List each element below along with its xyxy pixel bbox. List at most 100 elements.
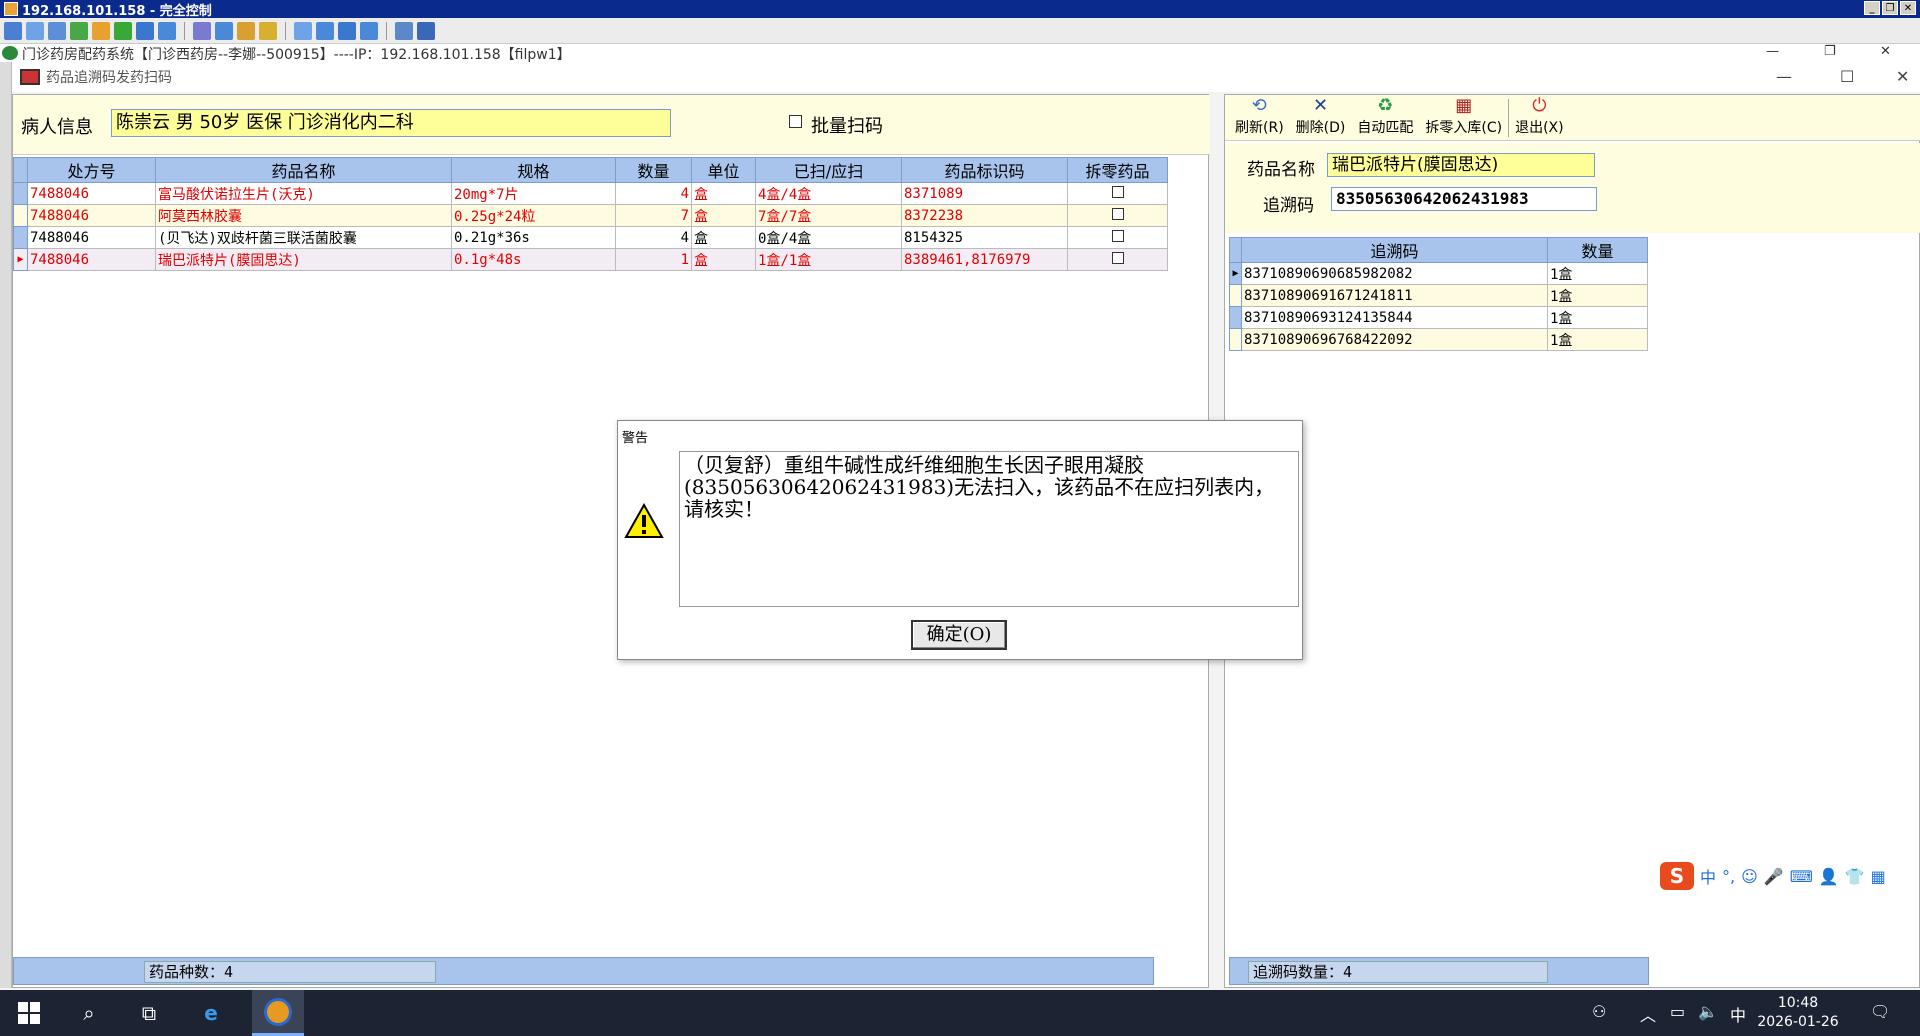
trace-row[interactable]: ▶ 83710890690685982082 1盒 [1229,262,1648,285]
remote-tool-icon[interactable] [215,21,233,40]
drug-name-label: 药品名称 [1247,160,1315,180]
trace-qty-cell: 1盒 [1547,328,1648,351]
trace-qty-cell: 1盒 [1547,262,1648,285]
quantity-cell: 4 [615,226,692,249]
start-button[interactable] [18,1002,40,1024]
remote-tool-icon[interactable] [4,21,22,40]
notification-icon[interactable]: 🗨 [1870,1002,1890,1021]
column-header[interactable]: 处方号 [27,157,156,183]
microphone-icon[interactable]: 🎤 [1764,867,1784,886]
search-icon[interactable]: ⌕ [74,998,104,1028]
auto-match-button[interactable]: ♻ 自动匹配 [1351,95,1419,141]
patient-info-field[interactable]: 陈崇云 男 50岁 医保 门诊消化内二科 [111,109,671,137]
window-minimize-button[interactable]: — [1776,67,1792,86]
ime-mode[interactable]: 中 [1700,864,1716,888]
clock-date: 2026-01-26 [1757,1014,1839,1030]
window-close-button[interactable]: ✕ [1896,67,1909,86]
column-header[interactable]: 已扫/应扫 [755,157,902,183]
dialog-title: 警告 [622,431,649,446]
remote-tool-icon[interactable] [114,21,132,40]
unpack-checkbox[interactable] [1111,207,1124,220]
remote-tool-icon[interactable] [70,21,88,40]
remote-minimize-button[interactable]: _ [1864,1,1880,15]
ime-language-indicator[interactable]: 中 [1730,1002,1746,1026]
trace-row[interactable]: 83710890691671241811 1盒 [1229,284,1648,307]
column-header[interactable]: 数量 [615,157,692,183]
remote-tool-icon[interactable] [259,21,277,40]
remote-close-button[interactable]: ✕ [1900,1,1916,15]
remote-tool-icon[interactable] [237,21,255,40]
toolbar-button-label: 刷新(R) [1235,120,1284,136]
drug-code-cell: 8389461,8176979 [901,248,1068,271]
column-header[interactable]: 数量 [1547,237,1648,263]
clock[interactable]: 10:48 2026-01-26 [1748,994,1848,1032]
skin-icon[interactable]: 👕 [1845,867,1865,886]
column-header[interactable]: 药品标识码 [901,157,1068,183]
remote-tool-icon[interactable] [92,21,110,40]
remote-tool-icon[interactable] [316,21,334,40]
rx-number-cell: 7488046 [27,182,156,205]
remote-tool-icon[interactable] [360,21,378,40]
column-header[interactable]: 药品名称 [155,157,452,183]
prescription-row[interactable]: 7488046 (贝飞达)双歧杆菌三联活菌胶囊 0.21g*36s 4 盒 0盒/4盒 81… [13,226,1168,249]
batch-scan-checkbox[interactable] [789,115,802,128]
chevron-up-icon[interactable]: ︿ [1640,1002,1656,1026]
quantity-cell: 1 [615,248,692,271]
delete-button[interactable]: ✕ 删除(D) [1290,95,1352,141]
emoji-icon[interactable]: ☺ [1741,867,1758,886]
ime-toolbar[interactable]: S 中 °, ☺ 🎤 ⌨ 👤 👕 ▦ [1660,862,1886,890]
toolbox-icon[interactable]: ▦ [1871,867,1886,886]
prescription-row[interactable]: 7488046 富马酸伏诺拉生片(沃克) 20mg*7片 4 盒 4盒/4盒 8371089 [13,182,1168,205]
app-close-button[interactable]: ✕ [1880,44,1891,59]
settings-icon[interactable] [417,21,435,40]
column-header[interactable]: 规格 [451,157,616,183]
volume-icon[interactable]: 🔈 [1698,1002,1718,1021]
spec-cell: 0.25g*24粒 [451,204,616,227]
drug-name-field[interactable]: 瑞巴派特片(膜固思达) [1327,153,1595,177]
trace-row[interactable]: 83710890696768422092 1盒 [1229,328,1648,351]
ok-button[interactable]: 确定(O) [911,620,1007,650]
exit-button[interactable]: ⏻ 退出(X) [1509,95,1570,141]
column-header[interactable]: 单位 [691,157,756,183]
column-header[interactable]: 拆零药品 [1067,157,1168,183]
drug-name-cell: (贝飞达)双歧杆菌三联活菌胶囊 [155,226,452,249]
unpack-checkbox[interactable] [1111,251,1124,264]
remote-tool-icon[interactable] [158,21,176,40]
unpack-checkbox[interactable] [1111,229,1124,242]
remote-title: 192.168.101.158 - 完全控制 [22,3,212,19]
trace-row[interactable]: 83710890693124135844 1盒 [1229,306,1648,329]
trace-count-bar: 追溯码数量：4 [1229,957,1649,985]
ime-punct[interactable]: °, [1722,867,1735,886]
prescription-row[interactable]: ▶ 7488046 瑞巴派特片(膜固思达) 0.1g*48s 1 盒 1盒/1盒 838946… [13,248,1168,271]
column-header[interactable]: 追溯码 [1241,237,1548,263]
people-icon[interactable]: ⚇ [1592,1002,1606,1021]
delete-icon: ✕ [1312,95,1329,116]
trace-code-input[interactable]: 83505630642062431983 [1331,187,1597,211]
user-icon[interactable]: 👤 [1819,867,1839,886]
scanned-cell: 7盒/7盒 [755,204,902,227]
keyboard-icon[interactable]: ⌨ [1790,867,1813,886]
remote-restore-button[interactable]: ❐ [1882,1,1898,15]
prescription-row[interactable]: 7488046 阿莫西林胶囊 0.25g*24粒 7 盒 7盒/7盒 8372238 [13,204,1168,227]
window-maximize-button[interactable]: ☐ [1840,67,1854,86]
remote-tool-icon[interactable] [395,21,413,40]
unpack-checkbox[interactable] [1111,185,1124,198]
refresh-button[interactable]: ⟲ 刷新(R) [1229,95,1290,141]
remote-toolbar [0,18,1920,44]
sogou-logo-icon[interactable]: S [1660,862,1694,890]
remote-tool-icon[interactable] [48,21,66,40]
remote-tool-icon[interactable] [294,21,312,40]
app-minimize-button[interactable]: — [1766,44,1779,59]
app-taskbar-icon [264,998,292,1026]
rx-number-cell: 7488046 [27,248,156,271]
app-restore-button[interactable]: ❐ [1824,44,1836,59]
unpack-button[interactable]: ▦ 拆零入库(C) [1419,95,1508,141]
network-icon[interactable]: ▭ [1670,1002,1685,1021]
remote-tool-icon[interactable] [136,21,154,40]
remote-tool-icon[interactable] [193,21,211,40]
app-taskbar-item[interactable] [252,990,304,1036]
task-view-icon[interactable]: ⧉ [134,998,164,1028]
remote-tool-icon[interactable] [26,21,44,40]
remote-tool-icon[interactable] [338,21,356,40]
ie-icon[interactable]: e [196,998,226,1028]
